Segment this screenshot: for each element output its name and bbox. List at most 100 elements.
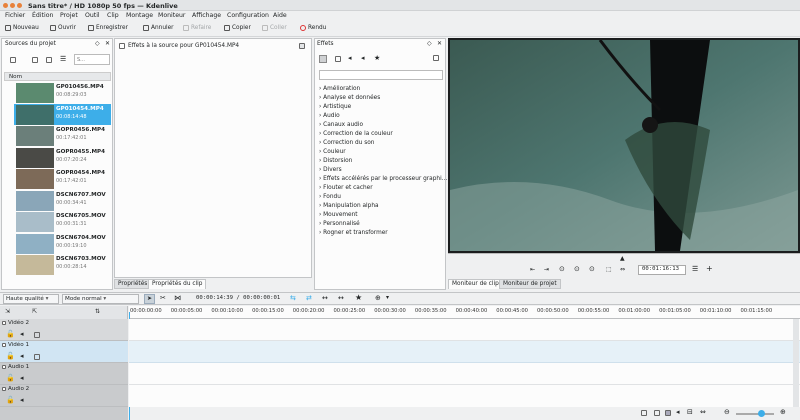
clip-row[interactable]: DSCN6707.MOV 00:00:34:41 [14,190,111,212]
monitor-ruler[interactable]: ▲ [448,253,800,263]
new-button[interactable]: Nouveau [5,25,39,31]
bin-search-input[interactable] [74,54,110,65]
tab-project-monitor[interactable]: Moniteur de projet [499,279,561,289]
source-effects-checkbox[interactable] [119,43,125,49]
effect-category[interactable]: › Flouter et cacher [319,185,373,191]
effect-category[interactable]: › Effets accélérés par le processeur gra… [319,176,447,182]
menu-projet[interactable]: Projet [60,12,78,19]
lock-icon[interactable]: 🔓 [6,330,15,338]
timeline-vertical-scrollbar[interactable] [793,319,799,407]
menu-clip[interactable]: Clip [107,12,119,19]
play-icon[interactable]: ⊙ [574,265,580,273]
favorite-icon[interactable]: ★ [355,293,362,302]
track-menu-icon[interactable]: ⇅ [95,308,100,315]
effect-category[interactable]: › Distorsion [319,158,352,164]
zoom-slider[interactable] [736,413,774,415]
menu-montage[interactable]: Montage [126,12,153,19]
clip-row[interactable]: DSCN6705.MOV 00:00:31:31 [14,211,111,233]
add-effect-icon[interactable]: ⊕ [375,294,381,302]
mute-icon[interactable]: ◂ [20,352,24,360]
rewind-icon[interactable]: ⊙ [559,265,565,273]
bin-column-header[interactable]: Nom [4,72,111,81]
mute-icon[interactable]: ◂ [20,374,24,382]
close-panel-icon[interactable]: ✕ [437,40,442,47]
track-select-checkbox[interactable] [2,387,6,391]
lock-icon[interactable]: 🔓 [6,396,15,404]
mute-icon[interactable]: ◂ [20,330,24,338]
track-lane-video-2[interactable] [129,319,800,341]
undo-button[interactable]: Annuler [143,25,174,31]
effect-category[interactable]: › Amélioration [319,86,360,92]
audio-thumbs-icon[interactable]: ◂ [676,408,680,416]
clip-row[interactable]: GOPR0455.MP4 00:07:20:24 [14,147,111,169]
float-panel-icon[interactable]: ◇ [427,40,432,47]
set-zone-out-icon[interactable]: ⇥ [544,266,549,273]
zoom-in-icon[interactable]: ⊕ [780,408,786,416]
track-lane-video-1[interactable] [129,341,800,363]
tab-properties[interactable]: Propriétés [114,279,152,289]
snap-icon[interactable]: ⊟ [687,408,693,416]
menu-edition[interactable]: Édition [32,12,53,19]
effect-category[interactable]: › Audio [319,113,340,119]
track-select-checkbox[interactable] [2,343,6,347]
menu-moniteur[interactable]: Moniteur [158,12,185,19]
minimize-window-icon[interactable] [10,3,15,8]
effect-category[interactable]: › Rogner et transformer [319,230,388,236]
menu-outil[interactable]: Outil [85,12,100,19]
effect-category[interactable]: › Mouvement [319,212,358,218]
track-lane-audio-2[interactable] [129,385,800,407]
effect-category[interactable]: › Manipulation alpha [319,203,379,209]
split-audio-icon[interactable]: ⇱ [32,308,37,315]
set-zone-in-icon[interactable]: ⇤ [530,266,535,273]
paste-button[interactable]: Coller [262,25,287,31]
properties-menu-icon[interactable] [299,43,305,49]
collapse-tracks-icon[interactable]: ⇲ [5,308,10,315]
menu-configuration[interactable]: Configuration [227,12,269,19]
fit-zoom-icon[interactable]: ⇔ [700,408,706,416]
lift-icon[interactable]: ↔ [322,294,328,302]
spacer-tool-icon[interactable]: ⋈ [174,294,181,302]
save-button[interactable]: Enregistrer [88,25,128,31]
clip-row[interactable]: DSCN6704.MOV 00:00:19:10 [14,233,111,255]
close-window-icon[interactable] [3,3,8,8]
forward-icon[interactable]: ⊙ [589,265,595,273]
clip-row[interactable]: GP010454.MP4 00:08:14:48 [14,103,111,125]
open-button[interactable]: Ouvrir [50,25,76,31]
filter-audio-icon[interactable]: ◂ [348,54,352,62]
list-view-icon[interactable]: ☰ [60,55,66,63]
float-panel-icon[interactable]: ◇ [95,40,100,47]
effect-category[interactable]: › Correction de la couleur [319,131,393,137]
lock-icon[interactable]: 🔓 [6,352,15,360]
menu-fichier[interactable]: Fichier [5,12,25,19]
track-select-checkbox[interactable] [2,321,6,325]
insert-icon[interactable]: ⇆ [290,294,296,302]
overwrite-icon[interactable]: ⇄ [306,294,312,302]
tab-clip-properties[interactable]: Propriétés du clip [148,279,207,289]
lock-icon[interactable]: 🔓 [6,374,15,382]
quality-select[interactable]: Haute qualité ▾ [3,294,59,304]
filter-favorites-icon[interactable]: ★ [374,54,380,62]
fullscreen-icon[interactable]: ⬚ [606,266,612,273]
playhead-marker[interactable]: ▲ [620,255,625,262]
effect-category[interactable]: › Couleur [319,149,346,155]
clip-row[interactable]: GOPR0454.MP4 00:17:42:01 [14,168,111,190]
add-clip-icon[interactable] [10,57,16,63]
razor-tool-icon[interactable]: ✂ [160,294,166,302]
render-button[interactable]: Rendu [300,25,326,31]
mute-icon[interactable]: ◂ [20,396,24,404]
filter-all-icon[interactable] [319,55,327,63]
menu-aide[interactable]: Aide [273,12,287,19]
hide-track-icon[interactable] [34,332,40,338]
chevron-down-icon[interactable]: ▾ [386,294,389,301]
copy-button[interactable]: Copier [224,25,251,31]
effects-settings-icon[interactable] [433,55,439,61]
monitor-menu-icon[interactable]: ☰ [692,265,698,273]
disk-icon[interactable] [641,410,647,416]
hide-track-icon[interactable] [34,354,40,360]
effect-category[interactable]: › Artistique [319,104,351,110]
effect-category[interactable]: › Divers [319,167,342,173]
thumbnails-icon[interactable] [654,410,660,416]
clip-row[interactable]: GOPR0456.MP4 00:17:42:01 [14,125,111,147]
track-select-checkbox[interactable] [2,365,6,369]
effect-category[interactable]: › Personnalisé [319,221,360,227]
